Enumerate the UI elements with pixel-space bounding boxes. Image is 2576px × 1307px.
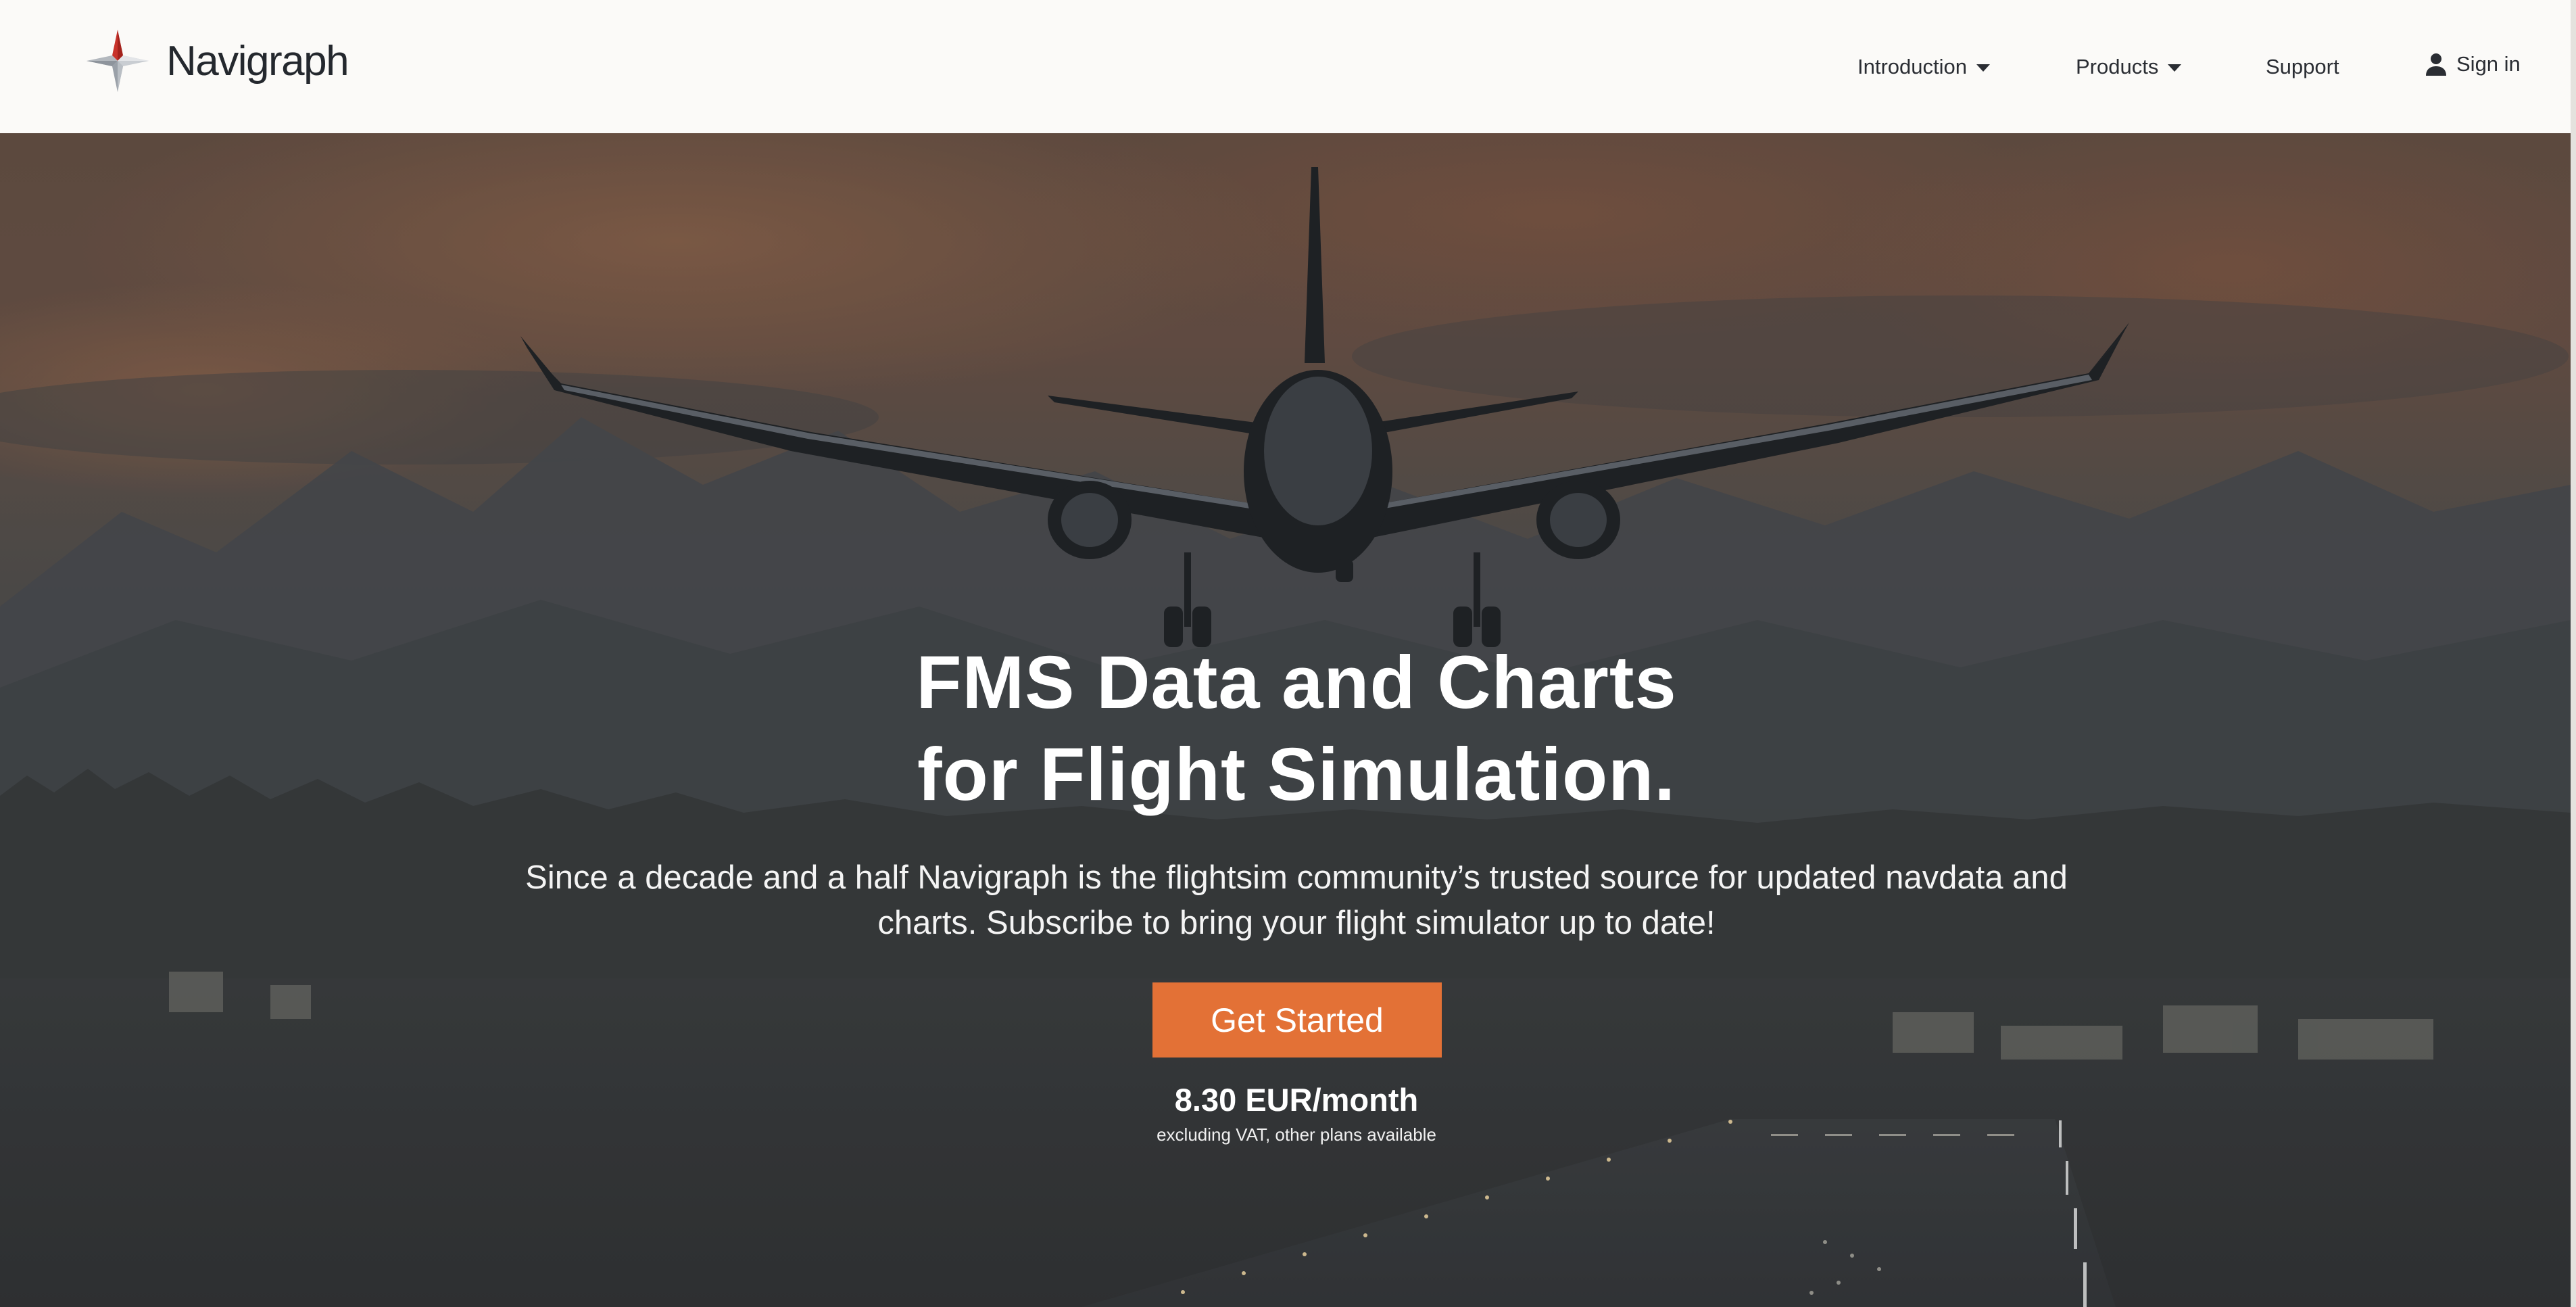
hero-title-line-2: for Flight Simulation.	[917, 733, 1676, 816]
hero-content: FMS Data and Charts for Flight Simulatio…	[0, 133, 2571, 1307]
logo-link[interactable]: Navigraph	[85, 28, 349, 93]
nav-introduction-label: Introduction	[1857, 54, 1967, 78]
price-note: excluding VAT, other plans available	[1157, 1124, 1436, 1145]
nav-support-label: Support	[2266, 54, 2339, 78]
compass-star-icon	[87, 30, 149, 92]
chevron-down-icon	[2168, 64, 2182, 72]
get-started-button[interactable]: Get Started	[1152, 982, 1442, 1058]
price-label: 8.30 EUR/month	[1174, 1082, 1419, 1118]
hero-title-line-1: FMS Data and Charts	[916, 641, 1677, 724]
page-scrollbar[interactable]	[2571, 0, 2576, 1307]
hero-section: FMS Data and Charts for Flight Simulatio…	[0, 133, 2571, 1307]
hero-title: FMS Data and Charts for Flight Simulatio…	[0, 637, 2571, 821]
hero-subtitle: Since a decade and a half Navigraph is t…	[525, 859, 2068, 941]
user-icon	[2426, 53, 2446, 76]
nav-products-label: Products	[2076, 54, 2159, 78]
brand-name: Navigraph	[166, 37, 349, 85]
nav-support[interactable]: Support	[2266, 0, 2339, 133]
chevron-down-icon	[1976, 64, 1990, 72]
sign-in-label: Sign in	[2456, 51, 2521, 76]
nav-products[interactable]: Products	[2076, 0, 2182, 133]
site-header: Navigraph Introduction Products Support …	[0, 0, 2576, 133]
nav-introduction[interactable]: Introduction	[1857, 0, 1990, 133]
sign-in-link[interactable]: Sign in	[2425, 0, 2521, 130]
